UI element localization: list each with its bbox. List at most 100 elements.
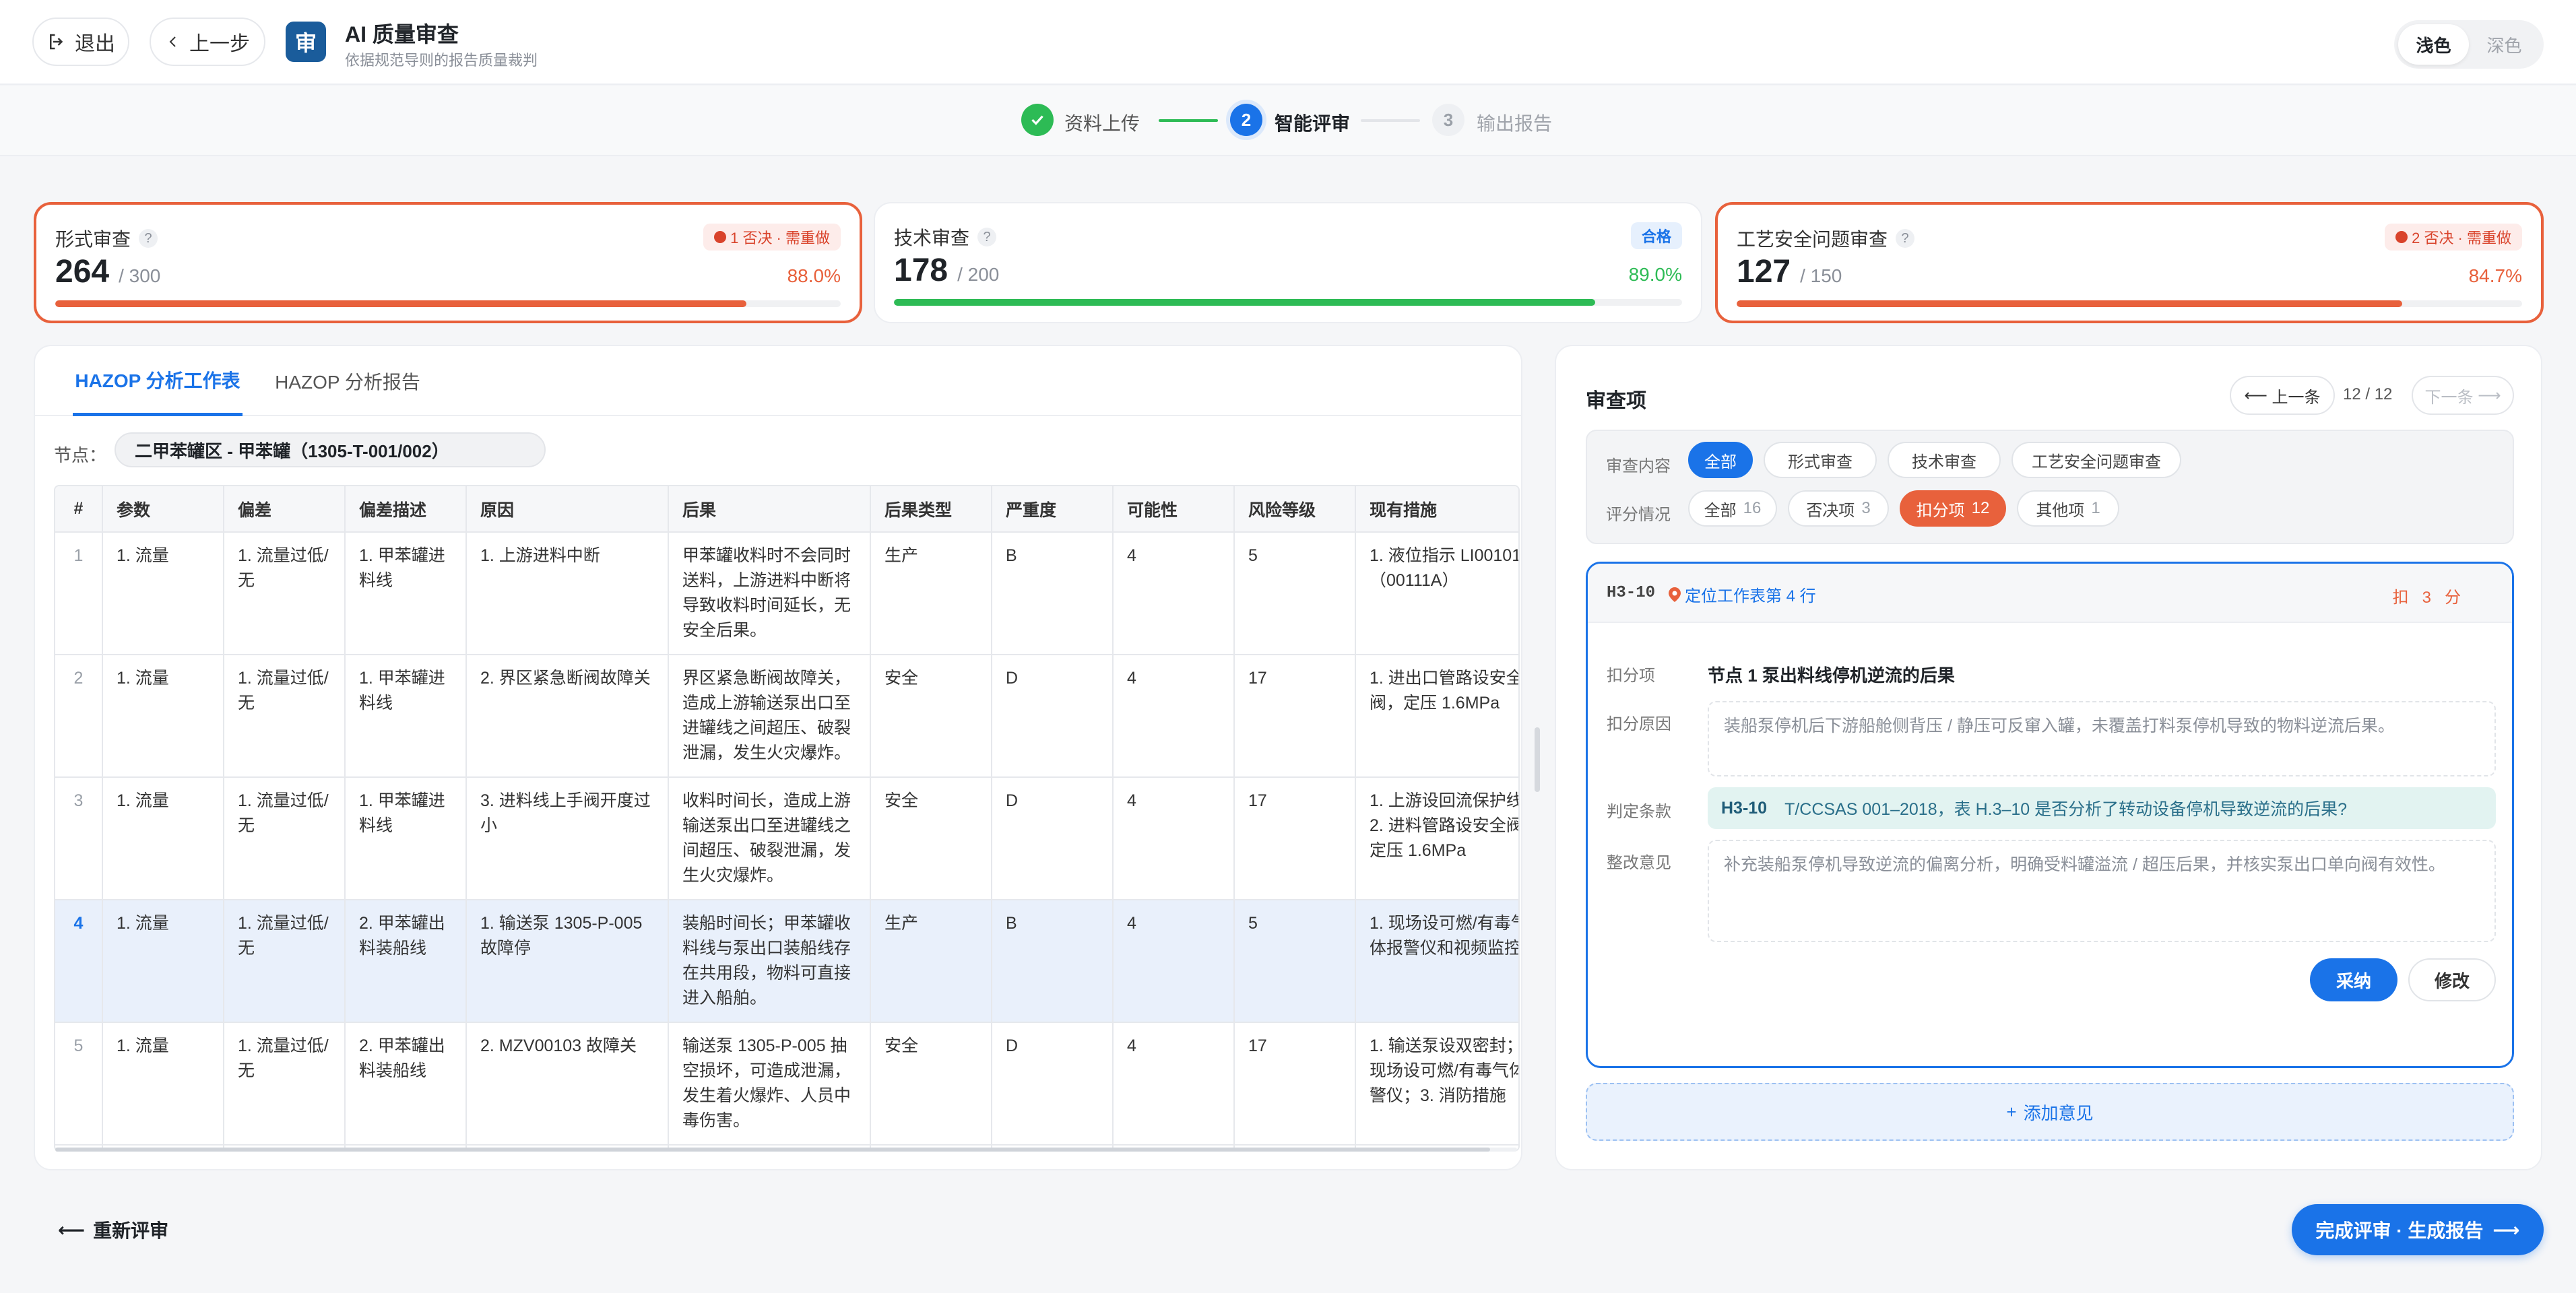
panel-resize-handle[interactable] [1535, 727, 1540, 792]
tab-hazop-worksheet[interactable]: HAZOP 分析工作表 [73, 346, 243, 416]
help-icon[interactable]: ? [977, 228, 997, 246]
column-header: 参数 [102, 486, 224, 533]
column-header: 风险等级 [1234, 486, 1356, 533]
filter-chip-veto[interactable]: 否决项 3 [1788, 490, 1889, 527]
exit-label: 退出 [75, 33, 115, 55]
theme-light-option[interactable]: 浅色 [2398, 24, 2469, 65]
deduction-reason-field[interactable]: 装船泵停机后下游船舱侧背压 / 静压可反窜入罐，未覆盖打料泵停机导致的物料逆流后… [1708, 701, 2496, 776]
table-cell: 4 [1113, 655, 1235, 778]
veto-icon [714, 231, 727, 243]
table-row[interactable]: 1 1. 流量 1. 流量过低/无 1. 甲苯罐进料线 1. 上游进料中断 甲苯罐收料时不… [55, 532, 1518, 655]
score-card-title: 技术审查? [894, 224, 997, 251]
score-percent: 84.7% [2468, 265, 2522, 286]
table-cell: 3 [55, 777, 103, 900]
deduction-item-value: 节点 1 泵出料线停机逆流的后果 [1708, 665, 1955, 686]
status-badge: 2 否决 · 需重做 [2385, 224, 2522, 251]
score-progress-bar [1737, 300, 2522, 307]
filter-box: 审查内容 全部 形式审查 技术审查 工艺安全问题审查 评分情况 全部 16 否决项… [1586, 430, 2514, 544]
table-cell: 17 [1234, 655, 1356, 778]
score-progress-bar [55, 300, 841, 307]
clause-code: H3-10 [1721, 798, 1768, 818]
step-3-label: 输出报告 [1477, 113, 1553, 134]
tab-hazop-report[interactable]: HAZOP 分析报告 [263, 346, 432, 416]
score-percent: 88.0% [787, 265, 841, 286]
table-row[interactable]: 4 1. 流量 1. 流量过低/无 2. 甲苯罐出料装船线 1. 输送泵 1305-P-… [55, 900, 1518, 1023]
table-row[interactable]: 5 1. 流量 1. 流量过低/无 2. 甲苯罐出料装船线 2. MZV00103 故障… [55, 1022, 1518, 1146]
add-comment-button[interactable]: + 添加意见 [1586, 1083, 2514, 1141]
arrow-right-icon: ⟶ [2492, 1219, 2520, 1240]
status-badge-text: 1 否决 · 需重做 [730, 230, 830, 246]
prev-item-label: 上一条 [2272, 388, 2321, 407]
score-card-tech: 技术审查? 合格 178 / 200 89.0% [874, 202, 1702, 323]
table-cell: 2. MZV00103 故障关 [466, 1022, 669, 1146]
score-card-form: 形式审查? 1 否决 · 需重做 264 / 300 88.0% [34, 202, 862, 323]
theme-toggle: 浅色 深色 [2394, 20, 2544, 69]
table-cell: 2. 甲苯罐出料装船线 [345, 1022, 467, 1146]
table-cell: 17 [1234, 777, 1356, 900]
back-button[interactable]: 上一步 [150, 18, 265, 66]
score-value: 127 / 150 [1737, 253, 1842, 290]
scrollbar-thumb[interactable] [55, 1148, 1490, 1152]
exit-button[interactable]: 退出 [32, 18, 129, 66]
theme-dark-option[interactable]: 深色 [2469, 24, 2540, 65]
score-card-title: 工艺安全问题审查? [1737, 225, 1915, 252]
table-cell: D [992, 1022, 1114, 1146]
edit-button[interactable]: 修改 [2408, 958, 2496, 1001]
back-label: 上一步 [189, 33, 250, 55]
score-progress-fill [55, 300, 747, 307]
deduction-item-label: 扣分项 [1607, 667, 1655, 685]
table-cell: 5 [1234, 532, 1356, 655]
next-item-button[interactable]: 下一条 ⟶ [2412, 376, 2514, 415]
accept-button[interactable]: 采纳 [2310, 958, 2397, 1001]
filter-chip-form[interactable]: 形式审查 [1764, 442, 1877, 478]
status-badge: 合格 [1630, 222, 1682, 249]
table-cell: 安全 [870, 777, 992, 900]
score-card-title-text: 工艺安全问题审查 [1737, 229, 1888, 250]
table-cell: 1. 甲苯罐进料线 [345, 532, 467, 655]
table-cell: 1. 流量 [102, 532, 224, 655]
help-icon[interactable]: ? [139, 229, 158, 248]
app-logo: 审 [286, 22, 326, 62]
locate-row-link[interactable]: 定位工作表第 4 行 [1669, 583, 1816, 606]
table-cell: 甲苯罐收料时不会同时送料，上游进料中断将导致收料时间延长，无安全后果。 [668, 532, 871, 655]
table-cell: 1. 流量 [102, 777, 224, 900]
filter-chip-score-all[interactable]: 全部 16 [1688, 490, 1777, 527]
table-row[interactable]: 3 1. 流量 1. 流量过低/无 1. 甲苯罐进料线 3. 进料线上手阀开度过小 收料时… [55, 777, 1518, 900]
filter-content-label: 审查内容 [1606, 457, 1671, 475]
prev-item-button[interactable]: ⟵ 上一条 [2230, 376, 2335, 415]
chip-count: 12 [1971, 499, 1990, 517]
column-header: 后果 [668, 486, 871, 533]
filter-chip-process-safety[interactable]: 工艺安全问题审查 [2011, 442, 2181, 478]
step-connector-1 [1159, 119, 1218, 122]
score-card-title-text: 技术审查 [894, 228, 970, 248]
step-1-label: 资料上传 [1064, 113, 1140, 134]
complete-review-button[interactable]: 完成评审 · 生成报告 ⟶ [2292, 1204, 2544, 1255]
arrow-left-icon: ⟵ [2244, 386, 2267, 405]
review-panel-title: 审查项 [1586, 390, 1646, 412]
column-header: # [55, 486, 103, 533]
review-item-card: H3-10 定位工作表第 4 行 扣3分 扣分项 节点 1 泵出料线停机逆流的后… [1586, 562, 2514, 1068]
deduction-badge: 扣3分 [2392, 589, 2474, 607]
help-icon[interactable]: ? [1896, 229, 1915, 248]
column-header: 原因 [466, 486, 669, 533]
deduction-reason-label: 扣分原因 [1607, 715, 1671, 733]
score-progress-fill [1737, 300, 2402, 307]
rereview-label: 重新评审 [93, 1220, 169, 1241]
rereview-button[interactable]: ⟵ 重新评审 [58, 1216, 168, 1243]
next-item-label: 下一条 [2424, 388, 2474, 407]
filter-chip-all[interactable]: 全部 [1688, 442, 1753, 478]
advice-field[interactable]: 补充装船泵停机导致逆流的偏离分析，明确受料罐溢流 / 超压后果，并核实泵出口单向… [1708, 840, 2496, 942]
filter-chip-deduction[interactable]: 扣分项 12 [1900, 490, 2006, 527]
chip-label: 否决项 [1806, 501, 1855, 520]
filter-chip-other[interactable]: 其他项 1 [2017, 490, 2119, 527]
filter-chip-tech[interactable]: 技术审查 [1888, 442, 2001, 478]
table-cell: 1. 甲苯罐进料线 [345, 777, 467, 900]
table-cell: 2. 界区紧急断阀故障关 [466, 655, 669, 778]
table-cell: 界区紧急断阀故障关，造成上游输送泵出口至进罐线之间超压、破裂泄漏，发生火灾爆炸。 [668, 655, 871, 778]
horizontal-scrollbar[interactable] [55, 1148, 1517, 1152]
table-cell: 生产 [870, 532, 992, 655]
node-selector[interactable]: 二甲苯罐区 - 甲苯罐（1305-T-001/002） [115, 432, 546, 467]
table-row[interactable]: 2 1. 流量 1. 流量过低/无 1. 甲苯罐进料线 2. 界区紧急断阀故障关 界区紧急… [55, 655, 1518, 778]
score-max: / 150 [1800, 265, 1842, 286]
locate-row-text: 定位工作表第 4 行 [1685, 587, 1816, 605]
